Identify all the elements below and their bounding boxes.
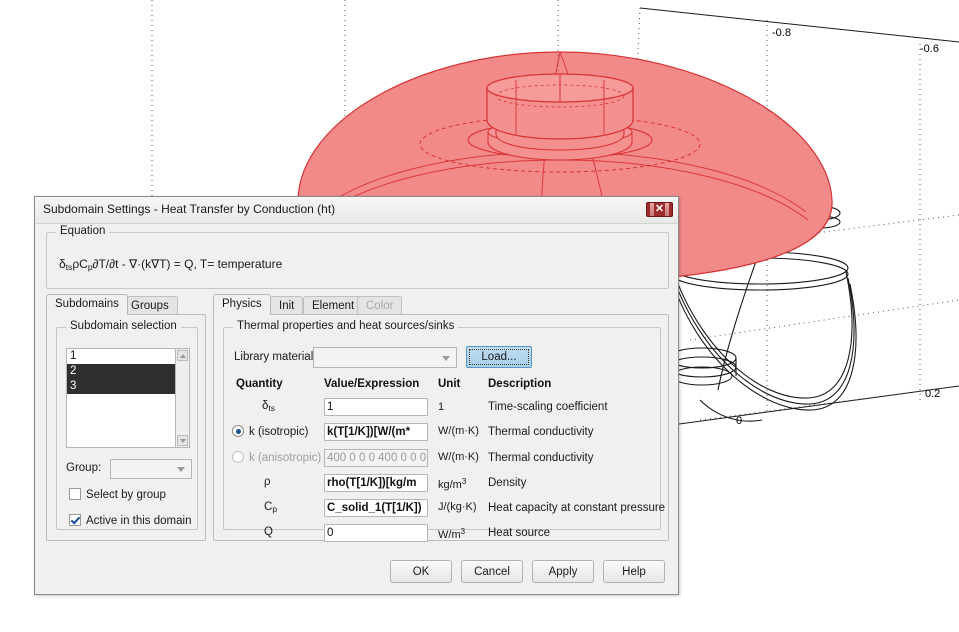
axis-tick-label: 0 [736,415,742,427]
chevron-down-icon [177,467,185,472]
table-row: k (anisotropic) 400 0 0 0 400 0 0 0 4 W/… [226,448,660,470]
load-button-label: Load... [469,349,529,365]
k-isotropic-radio[interactable]: k (isotropic) [232,425,308,438]
select-by-group-label: Select by group [86,489,166,501]
chevron-down-icon [442,355,450,361]
row-description: Heat source [488,527,551,539]
row-description: Heat capacity at constant pressure [488,502,666,514]
dialog-titlebar[interactable]: Subdomain Settings - Heat Transfer by Co… [35,197,678,224]
table-row: Q 0 W/m3 Heat source [226,523,660,545]
row-quantity: ρ [264,476,271,488]
row-unit: W/(m·K) [438,425,479,437]
close-icon[interactable]: ✕ [646,202,673,217]
physics-panel: Thermal properties and heat sources/sink… [213,314,669,542]
table-row: ρ rho(T[1/K])[kg/m kg/m3 Density [226,473,660,495]
subdomain-list[interactable]: 1 2 3 [66,348,176,448]
equation-legend: Equation [56,225,110,237]
subdomain-list-scrollbar[interactable] [176,348,190,448]
heat-capacity-input[interactable]: C_solid_1(T[1/K]) [324,499,428,517]
screen-root: -0.8 -0.6 0 0.2 Subdomain Settings - Hea… [0,0,959,632]
row-description: Thermal conductivity [488,452,594,464]
row-quantity: δts [262,400,276,413]
row-description: Density [488,477,527,489]
subdomains-panel: Subdomain selection 1 2 3 Group: Select … [46,314,206,541]
subdomain-selection-groupbox: Subdomain selection 1 2 3 Group: Select … [56,320,198,530]
left-tab-strip: Subdomains Groups [46,294,206,315]
apply-button[interactable]: Apply [532,560,594,583]
row-unit: J/(kg·K) [438,501,477,513]
table-row: δts 1 1 Time-scaling coefficient [226,397,660,419]
k-anisotropic-radio[interactable]: k (anisotropic) [232,451,321,464]
library-material-label: Library material: [234,351,317,363]
close-glyph: ✕ [654,203,665,215]
row-unit: kg/m3 [438,477,467,491]
row-quantity: Q [264,526,273,538]
scroll-up-icon[interactable] [177,350,188,361]
axis-tick-label: -0.6 [920,43,939,55]
row-unit: W/m3 [438,527,466,541]
header-unit: Unit [438,378,461,390]
row-description: Time-scaling coefficient [488,401,608,413]
active-in-domain-checkbox[interactable]: Active in this domain [69,514,191,527]
ok-button[interactable]: OK [390,560,452,583]
header-quantity: Quantity [236,378,283,390]
table-row: Cp C_solid_1(T[1/K]) J/(kg·K) Heat capac… [226,498,665,520]
cancel-button[interactable]: Cancel [461,560,523,583]
radio-button [232,451,244,463]
row-unit: W/(m·K) [438,451,479,463]
heat-source-input[interactable]: 0 [324,524,428,542]
row-quantity: k (isotropic) [249,426,309,438]
load-button[interactable]: Load... [466,346,532,368]
dialog-title: Subdomain Settings - Heat Transfer by Co… [43,202,336,216]
header-value: Value/Expression [324,378,420,390]
density-input[interactable]: rho(T[1/K])[kg/m [324,474,428,492]
row-unit: 1 [438,401,445,413]
scroll-down-icon[interactable] [177,435,188,446]
delta-ts-input[interactable]: 1 [324,398,428,416]
list-item[interactable]: 2 [67,364,175,379]
table-row: k (isotropic) k(T[1/K])[W/(m* W/(m·K) Th… [226,422,660,444]
library-material-select[interactable] [313,347,457,368]
help-button[interactable]: Help [603,560,665,583]
k-anisotropic-input[interactable]: 400 0 0 0 400 0 0 0 4 [324,449,428,467]
checkbox-box [69,514,81,526]
group-label: Group: [66,462,102,474]
tab-physics[interactable]: Physics [213,294,271,315]
equation-groupbox: Equation δtsρCp∂T/∂t - ∇·(k∇T) = Q, T= t… [46,225,669,289]
dome-hub [486,73,634,161]
subdomain-selection-legend: Subdomain selection [66,320,181,332]
tab-subdomains[interactable]: Subdomains [46,294,128,315]
axis-tick-label: -0.8 [772,27,791,39]
subdomain-settings-dialog: Subdomain Settings - Heat Transfer by Co… [34,196,679,595]
right-tab-strip: Physics Init Element Color [213,294,669,315]
row-quantity: k (anisotropic) [249,452,322,464]
tab-groups[interactable]: Groups [122,296,178,315]
thermal-properties-legend: Thermal properties and heat sources/sink… [233,320,459,332]
tab-element[interactable]: Element [303,296,364,315]
list-item[interactable]: 3 [67,379,175,394]
tab-color: Color [357,296,403,315]
header-description: Description [488,378,552,390]
tab-init[interactable]: Init [270,296,304,315]
list-item[interactable]: 1 [67,349,175,364]
radio-button [232,425,244,437]
active-in-domain-label: Active in this domain [86,515,192,527]
select-by-group-checkbox[interactable]: Select by group [69,488,166,501]
axis-tick-label: 0.2 [925,388,940,400]
row-quantity: Cp [264,501,278,514]
checkbox-box [69,488,81,500]
row-description: Thermal conductivity [488,426,594,438]
thermal-properties-groupbox: Thermal properties and heat sources/sink… [223,320,665,542]
equation-text: δtsρCp∂T/∂t - ∇·(k∇T) = Q, T= temperatur… [59,257,283,272]
group-select[interactable] [110,459,192,479]
k-isotropic-input[interactable]: k(T[1/K])[W/(m* [324,423,428,441]
group-row: Group: [66,459,192,479]
